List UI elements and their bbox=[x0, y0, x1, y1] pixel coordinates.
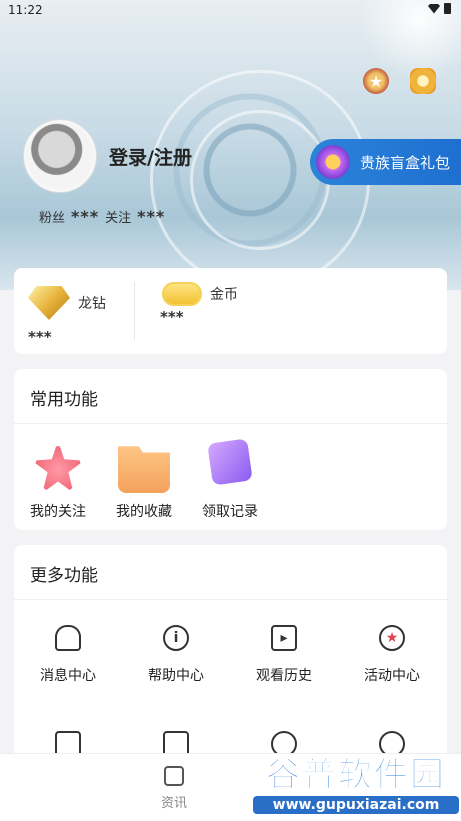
activity-center-button[interactable]: ★ 活动中心 bbox=[342, 625, 442, 685]
activity-center-label: 活动中心 bbox=[364, 668, 420, 684]
more-functions-card: 更多功能 消息中心 i 帮助中心 ▸ 观看历史 ★ 活动中心 bbox=[14, 545, 447, 775]
info-icon: i bbox=[163, 625, 189, 651]
watermark-line1: 谷普软件园 bbox=[266, 755, 446, 795]
settings-gear-icon[interactable] bbox=[410, 68, 436, 94]
status-time: 11:22 bbox=[8, 3, 43, 17]
wifi-icon bbox=[428, 3, 440, 14]
wallet-card: 龙钻 *** 金币 *** bbox=[14, 268, 447, 354]
help-center-button[interactable]: i 帮助中心 bbox=[126, 625, 226, 685]
section-divider bbox=[14, 423, 447, 424]
folder-icon bbox=[118, 446, 170, 493]
gift-box-icon bbox=[316, 145, 350, 179]
message-center-label: 消息中心 bbox=[40, 668, 96, 684]
watch-history-button[interactable]: ▸ 观看历史 bbox=[234, 625, 334, 685]
message-center-button[interactable]: 消息中心 bbox=[18, 625, 118, 685]
star-icon bbox=[32, 441, 84, 493]
promo-label: 贵族盲盒礼包 bbox=[360, 153, 451, 172]
avatar[interactable] bbox=[24, 120, 96, 192]
section-divider bbox=[14, 599, 447, 600]
gold-coin-icon bbox=[162, 282, 202, 306]
wallet-divider bbox=[134, 282, 135, 340]
noble-blind-box-button[interactable]: 贵族盲盒礼包 bbox=[310, 139, 461, 185]
diamond-value: *** bbox=[28, 328, 52, 346]
bell-icon bbox=[55, 625, 81, 651]
tab-news-label: 资讯 bbox=[160, 796, 187, 811]
record-icon bbox=[207, 438, 253, 486]
follow-value: *** bbox=[137, 207, 166, 226]
profile-stats: 粉丝 *** 关注 *** bbox=[39, 207, 165, 226]
more-functions-title: 更多功能 bbox=[30, 566, 98, 586]
diamond-icon bbox=[28, 286, 70, 320]
gold-value: *** bbox=[160, 308, 184, 326]
my-follows-label: 我的关注 bbox=[30, 504, 86, 520]
star-circle-icon: ★ bbox=[379, 625, 405, 651]
battery-icon bbox=[444, 3, 451, 14]
my-favorites-label: 我的收藏 bbox=[116, 504, 172, 520]
follow-label: 关注 bbox=[105, 211, 132, 226]
common-functions-card: 常用功能 我的关注 我的收藏 领取记录 bbox=[14, 369, 447, 530]
my-follows-button[interactable]: 我的关注 bbox=[18, 441, 98, 521]
system-icons bbox=[428, 3, 451, 14]
news-icon bbox=[164, 766, 184, 786]
my-favorites-button[interactable]: 我的收藏 bbox=[104, 441, 184, 521]
fans-label: 粉丝 bbox=[39, 211, 66, 226]
fans-value: *** bbox=[71, 207, 100, 226]
diamond-label: 龙钻 bbox=[78, 296, 106, 312]
watch-history-label: 观看历史 bbox=[256, 668, 312, 684]
claim-records-label: 领取记录 bbox=[202, 504, 258, 520]
diamond-balance[interactable]: 龙钻 bbox=[28, 286, 106, 320]
claim-records-button[interactable]: 领取记录 bbox=[190, 438, 270, 521]
common-functions-title: 常用功能 bbox=[30, 390, 98, 410]
decorative-ring bbox=[190, 110, 330, 250]
play-doc-icon: ▸ bbox=[271, 625, 297, 651]
gold-label: 金币 bbox=[210, 287, 238, 303]
watermark-line2: www.gupuxiazai.com bbox=[253, 796, 459, 814]
login-register-link[interactable]: 登录/注册 bbox=[109, 143, 192, 170]
tab-news[interactable]: 资讯 bbox=[148, 766, 200, 811]
medal-icon[interactable]: ★ bbox=[363, 68, 389, 94]
help-center-label: 帮助中心 bbox=[148, 668, 204, 684]
gold-balance[interactable]: 金币 bbox=[162, 282, 238, 306]
site-watermark: 谷普软件园 www.gupuxiazai.com bbox=[253, 756, 459, 818]
status-bar: 11:22 bbox=[0, 0, 461, 22]
